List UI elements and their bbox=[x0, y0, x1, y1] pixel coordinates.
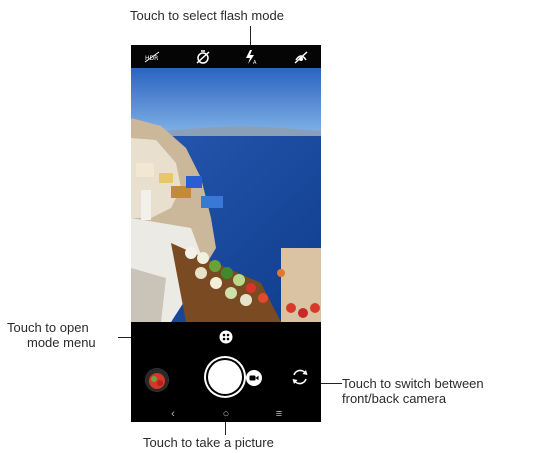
shutter-callout: Touch to take a picture bbox=[143, 435, 274, 450]
mode-menu-callout-line1: Touch to open bbox=[7, 320, 89, 335]
nav-recents-button[interactable]: ≡ bbox=[271, 406, 287, 422]
nav-back-button[interactable]: ‹ bbox=[165, 406, 181, 422]
nav-home-button[interactable]: ○ bbox=[218, 406, 234, 422]
switch-callout-line1: Touch to switch between bbox=[342, 376, 484, 391]
viewfinder-scene bbox=[131, 68, 321, 322]
hdr-off-icon[interactable]: HDR bbox=[143, 48, 161, 66]
video-camera-icon[interactable] bbox=[246, 370, 262, 386]
switch-callout-line2: front/back camera bbox=[342, 391, 447, 406]
camera-top-bar: HDR A bbox=[131, 45, 321, 68]
grid-dots-icon[interactable] bbox=[219, 330, 233, 344]
camera-viewfinder[interactable] bbox=[131, 68, 321, 322]
shutter-button[interactable] bbox=[208, 360, 242, 394]
camera-screen: HDR A ‹ ○ ≡ bbox=[131, 45, 321, 422]
gallery-thumbnail[interactable] bbox=[145, 368, 169, 392]
mode-menu-callout-line2: mode menu bbox=[27, 335, 96, 350]
beauty-off-icon[interactable] bbox=[292, 48, 310, 66]
flash-callout-line bbox=[250, 26, 251, 47]
timer-off-icon[interactable] bbox=[194, 48, 212, 66]
camera-controls: ‹ ○ ≡ bbox=[131, 322, 321, 422]
flash-auto-icon[interactable]: A bbox=[242, 48, 260, 66]
svg-text:A: A bbox=[253, 60, 257, 66]
system-nav-bar: ‹ ○ ≡ bbox=[131, 406, 321, 422]
flash-callout: Touch to select flash mode bbox=[130, 8, 284, 23]
camera-switch-icon[interactable] bbox=[289, 366, 311, 388]
